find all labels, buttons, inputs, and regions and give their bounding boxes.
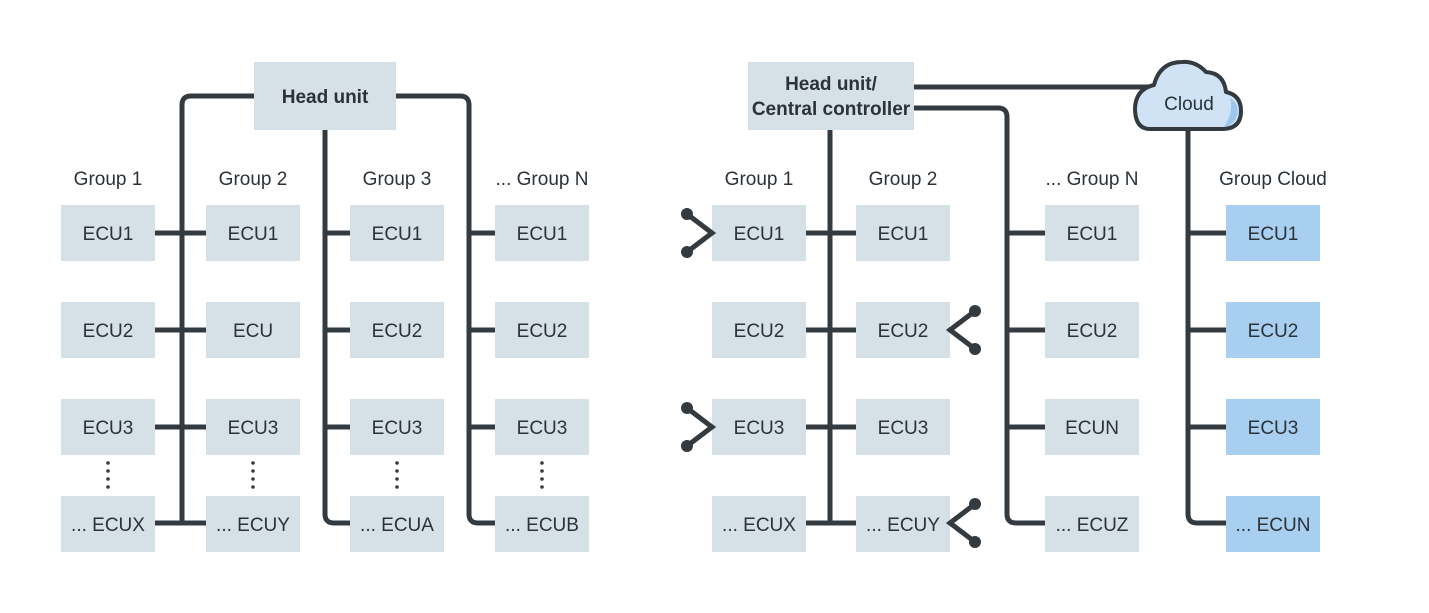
ecu-label: ECU1 [228,224,279,245]
ecu-label: ECU2 [372,321,423,342]
ecu-label: ECU2 [83,321,134,342]
central-controller-box: Head unit/ Central controller [748,62,914,130]
right-diagram: Head unit/ Central controller Cloud Grou… [681,59,1327,552]
group-label: Group 1 [725,169,794,190]
external-connector-icon [681,208,717,258]
ecu-label: ECU1 [1248,224,1299,245]
ecu-label: ECUN [1065,418,1119,439]
cloud-label: Cloud [1164,94,1214,115]
ecu-label: ECU [233,321,273,342]
ecu-label: ECU3 [228,418,279,439]
ecu-box: ... ECUB [495,496,589,552]
ecu-box: ECU3 [712,399,806,455]
ecu-box: ECU2 [1045,302,1139,358]
ecu-label: ECU1 [517,224,568,245]
ecu-box: ... ECUX [712,496,806,552]
ellipsis-dots [251,461,255,489]
ecu-box: ECU3 [1226,399,1320,455]
ecu-label: ... ECUY [866,515,940,536]
external-connector-icon [681,402,717,452]
ecu-label: ECU1 [1067,224,1118,245]
ecu-label: ... ECUN [1236,515,1311,536]
ecu-label: ECU3 [878,418,929,439]
ecu-box: ECU3 [495,399,589,455]
ecu-label: ECU3 [517,418,568,439]
ecu-box: ECU1 [495,205,589,261]
group-label: Group Cloud [1219,169,1327,190]
ecu-box: ECU2 [350,302,444,358]
ecu-box: ECU2 [61,302,155,358]
ecu-box: ... ECUY [856,496,950,552]
left-diagram: Head unit Group 1 Group 2 Group 3 ... Gr… [61,62,589,552]
ecu-box: ECU2 [495,302,589,358]
head-unit-label: Head unit [282,87,369,108]
ecu-label: ECU1 [878,224,929,245]
group-label: Group 2 [219,169,288,190]
cloud-icon: Cloud [1133,59,1243,131]
head-unit-box: Head unit [254,62,396,130]
ecu-box: ... ECUZ [1045,496,1139,552]
ecu-box: ECU3 [206,399,300,455]
external-connector-icon [945,498,981,548]
group-label: Group 1 [74,169,143,190]
ecu-box: ECU1 [856,205,950,261]
group-label: Group 2 [869,169,938,190]
ellipsis-dots [395,461,399,489]
group-label: Group 3 [363,169,432,190]
ellipsis-dots [106,461,110,489]
ecu-box: ECU2 [1226,302,1320,358]
ecu-label: ECU3 [83,418,134,439]
ecu-box: ECU1 [206,205,300,261]
ecu-box: ... ECUX [61,496,155,552]
stubs-right-bus [806,230,1226,526]
ecu-box: ECU [206,302,300,358]
ecu-label: ECU2 [1067,321,1118,342]
ecu-box: ... ECUN [1226,496,1320,552]
ecu-label: ECU2 [1248,321,1299,342]
ecu-label: ... ECUX [722,515,796,536]
ecu-label: ... ECUB [505,515,579,536]
external-connector-icon [945,305,981,355]
ecu-label: ECU1 [734,224,785,245]
ecu-label: ECU1 [83,224,134,245]
ecu-label: ... ECUA [360,515,434,536]
ecu-label: ECU3 [372,418,423,439]
ecu-box: ECU3 [856,399,950,455]
ecu-label: ECU2 [734,321,785,342]
ecu-label: ECU3 [734,418,785,439]
ecu-label: ECU1 [372,224,423,245]
ecu-box: ECUN [1045,399,1139,455]
ecu-box: ECU1 [712,205,806,261]
ellipsis-dots [540,461,544,489]
ecu-box: ECU3 [61,399,155,455]
ecu-box: ECU2 [712,302,806,358]
ecu-architecture-diagram: Head unit Group 1 Group 2 Group 3 ... Gr… [61,59,1327,552]
central-controller-label-line2: Central controller [752,99,911,120]
bus-wire-group3 [322,130,350,526]
right-ecu-boxes: ECU1 ECU2 ECU3 ... ECUX ECU1 ECU2 ECU3 ... ECUY… [712,205,1320,552]
ecu-label: ECU2 [878,321,929,342]
group-label: ... Group N [1046,169,1139,190]
ecu-box: ECU1 [1226,205,1320,261]
ecu-box: ... ECUY [206,496,300,552]
ecu-label: ... ECUX [71,515,145,536]
ecu-box: ... ECUA [350,496,444,552]
ecu-box: ECU1 [350,205,444,261]
ecu-box: ECU1 [1045,205,1139,261]
group-label: ... Group N [496,169,589,190]
ecu-label: ... ECUY [216,515,290,536]
ecu-box: ECU1 [61,205,155,261]
ecu-box: ECU3 [350,399,444,455]
ecu-label: ECU2 [517,321,568,342]
ecu-label: ECU3 [1248,418,1299,439]
central-controller-label-line1: Head unit/ [785,74,878,95]
ecu-label: ... ECUZ [1056,515,1129,536]
ecu-box: ECU2 [856,302,950,358]
